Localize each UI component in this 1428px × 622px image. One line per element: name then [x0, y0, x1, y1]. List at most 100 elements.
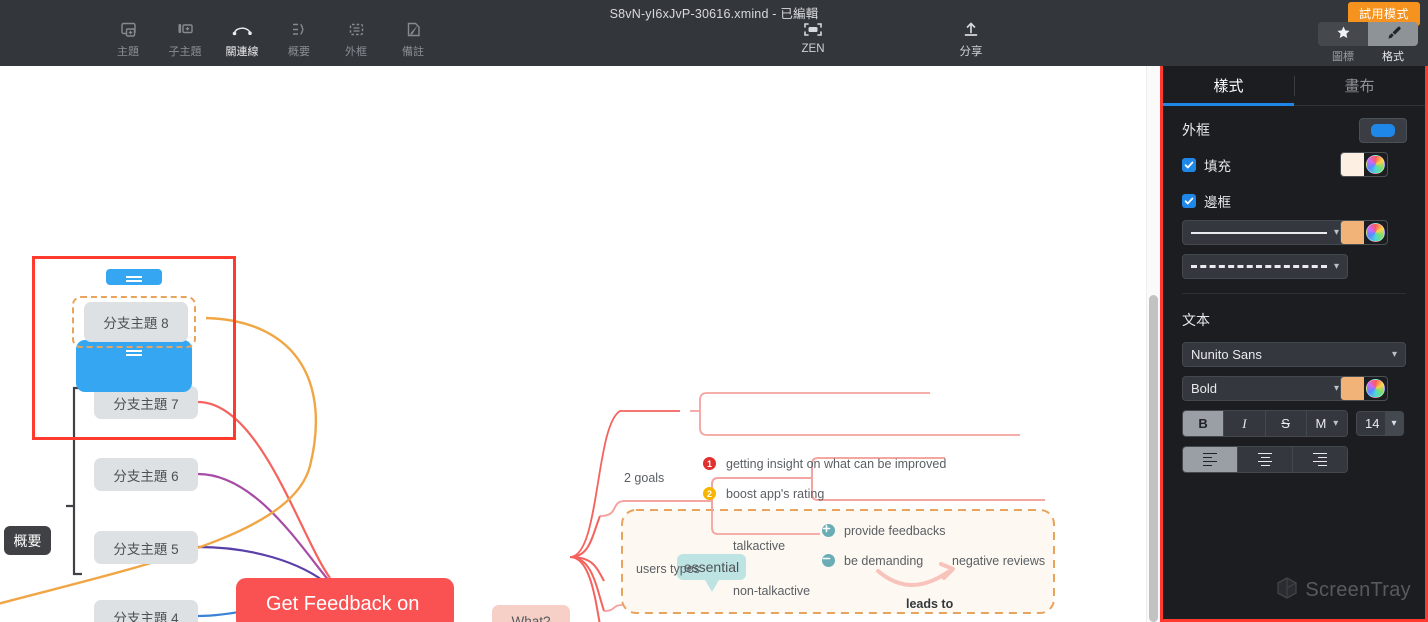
align-center-icon [1258, 452, 1272, 467]
toggle-button-format[interactable] [1368, 22, 1418, 46]
node-label: 分支主題 6 [113, 468, 179, 484]
mindmap-node-what[interactable]: What? [492, 605, 570, 622]
outline-summary-label: 概要 [4, 526, 51, 555]
notes-icon [405, 18, 422, 40]
align-left-button[interactable] [1183, 447, 1237, 472]
toolbar-button-relationship[interactable]: 關連線 [222, 18, 262, 59]
color-wheel-icon[interactable] [1366, 379, 1385, 398]
color-wheel-icon[interactable] [1366, 155, 1385, 174]
more-label: M [1315, 416, 1327, 431]
outline-summary-text: 概要 [13, 532, 42, 549]
rounded-rect-icon [1371, 124, 1395, 137]
border-checkbox[interactable] [1182, 193, 1196, 208]
toolbar-label-notes: 備註 [402, 46, 424, 58]
toggle-button-icons[interactable] [1318, 22, 1368, 46]
mindmap-label-leads-to[interactable]: leads to [906, 597, 953, 611]
toolbar-button-boundary[interactable]: 外框 [336, 18, 376, 59]
strikethrough-button[interactable]: S [1264, 411, 1306, 436]
chevron-down-icon: ▾ [1333, 383, 1339, 394]
more-text-options-button[interactable]: M ▾ [1305, 411, 1347, 436]
toolbar-button-share[interactable]: 分享 [948, 18, 994, 59]
chevron-down-icon: ▾ [1333, 261, 1339, 272]
mindmap-label-talkactive[interactable]: talkactive [733, 539, 785, 553]
line-style-select[interactable]: ▾ [1182, 254, 1348, 279]
line-weight-select[interactable]: ▾ [1182, 220, 1348, 245]
font-weight-select[interactable]: Bold ▾ [1182, 376, 1348, 401]
italic-button[interactable]: I [1223, 411, 1265, 436]
mindmap-node-topic5[interactable]: 分支主題 5 [94, 531, 198, 564]
share-upload-icon [962, 18, 980, 40]
align-right-button[interactable] [1292, 447, 1347, 472]
mindmap-node-topic6[interactable]: 分支主題 6 [94, 458, 198, 491]
chevron-down-icon: ▾ [1333, 227, 1339, 238]
mindmap-label-negative-reviews[interactable]: negative reviews [952, 554, 1045, 568]
panel-mode-toggle-labels: 圖標 格式 [1318, 48, 1418, 64]
text-color-swatch[interactable] [1340, 376, 1388, 401]
font-size-stepper[interactable]: 14 ▾ [1356, 411, 1404, 436]
bold-button[interactable]: B [1183, 411, 1224, 436]
boundary-icon [348, 18, 365, 40]
align-center-button[interactable] [1237, 447, 1292, 472]
border-row: 邊框 [1182, 188, 1406, 213]
plus-icon [822, 524, 831, 533]
marker-priority-2[interactable]: 2 [703, 487, 716, 500]
toolbar-button-notes[interactable]: 備註 [393, 18, 433, 59]
toolbar-button-zen[interactable]: ZEN [790, 18, 836, 55]
marker-minus[interactable] [822, 554, 835, 567]
marker-plus[interactable] [822, 524, 835, 537]
font-family-value: Nunito Sans [1191, 347, 1262, 362]
border-color-swatch[interactable] [1340, 220, 1388, 245]
relationship-icon [232, 18, 253, 40]
toolbar-button-subtopic[interactable]: 子主題 [165, 18, 205, 59]
fill-checkbox[interactable] [1182, 157, 1196, 172]
fill-row: 填充 [1182, 152, 1406, 177]
mindmap-label-insight[interactable]: getting insight on what can be improved [726, 457, 946, 471]
topic-icon [120, 18, 137, 40]
mindmap-node-topic4[interactable]: 分支主題 4 [94, 600, 198, 622]
cube-logo-icon [1276, 576, 1298, 605]
mindmap-label-be-demanding[interactable]: be demanding [844, 554, 923, 568]
chevron-down-icon: ▾ [1333, 418, 1339, 429]
selection-highlight-box [32, 256, 236, 440]
node-label: What? [511, 614, 551, 622]
toolbar-button-summary[interactable]: 概要 [279, 18, 319, 59]
format-side-panel: 樣式 畫布 外框 填充 邊框 ▾ ▾ 文本 Nunito Sans ▾ Bold… [1160, 66, 1428, 622]
marker-priority-1[interactable]: 1 [703, 457, 716, 470]
mindmap-label-rating[interactable]: boost app's rating [726, 487, 824, 501]
screentray-watermark: ScreenTray [1276, 576, 1411, 605]
mindmap-node-central[interactable]: Get Feedback on [236, 578, 454, 622]
fill-color-preview [1341, 153, 1364, 176]
font-size-value: 14 [1365, 416, 1380, 431]
tab-canvas[interactable]: 畫布 [1294, 66, 1425, 105]
canvas-scrollbar-thumb[interactable] [1149, 295, 1158, 622]
toolbar-zen-group: ZEN [790, 18, 836, 55]
fill-color-swatch[interactable] [1340, 152, 1388, 177]
toolbar-share-group: 分享 [948, 18, 994, 59]
toolbar-main-actions: 主題 子主題 關連線 概要 外框 備註 [108, 18, 433, 59]
font-family-select[interactable]: Nunito Sans ▾ [1182, 342, 1406, 367]
tab-style[interactable]: 樣式 [1163, 66, 1294, 106]
toolbar-button-topic[interactable]: 主題 [108, 18, 148, 59]
toggle-label-icons: 圖標 [1332, 51, 1354, 63]
chevron-down-icon: ▾ [1391, 349, 1397, 360]
italic-label: I [1242, 415, 1247, 431]
text-style-group: B I S M ▾ [1182, 410, 1348, 437]
xmind-app-window: S8vN-yI6xJvP-30616.xmind - 已編輯 主題 子主題 關連… [0, 0, 1428, 622]
mindmap-label-provide-feedbacks[interactable]: provide feedbacks [844, 524, 945, 538]
panel-mode-toggle [1318, 22, 1418, 46]
minus-icon [822, 557, 831, 560]
solid-line-icon [1191, 231, 1327, 234]
brush-icon [1385, 25, 1401, 44]
top-toolbar: S8vN-yI6xJvP-30616.xmind - 已編輯 主題 子主題 關連… [0, 0, 1428, 66]
text-align-group [1182, 446, 1348, 473]
color-wheel-icon[interactable] [1366, 223, 1385, 242]
canvas-scrollbar-track[interactable] [1146, 66, 1160, 622]
chevron-down-icon[interactable]: ▾ [1385, 412, 1403, 435]
shape-style-button[interactable] [1359, 118, 1407, 143]
marker-number: 1 [706, 458, 712, 469]
mindmap-label-goals[interactable]: 2 goals [624, 471, 664, 485]
mindmap-label-non-talkactive[interactable]: non-talkactive [733, 584, 810, 598]
mindmap-canvas[interactable]: 概要 分支主題 7 分支主題 6 分支主題 5 分支主題 4 分支主題 8 Ge… [0, 66, 1160, 622]
mindmap-label-users-types[interactable]: users types [636, 562, 700, 576]
toolbar-label-boundary: 外框 [345, 46, 367, 58]
